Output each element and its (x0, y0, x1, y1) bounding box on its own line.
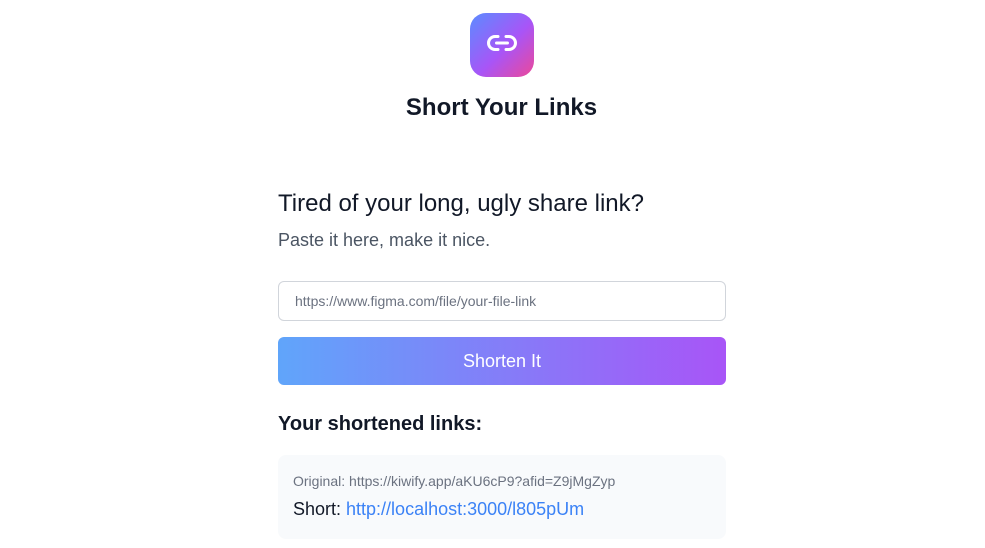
hero-subline: Paste it here, make it nice. (278, 230, 491, 250)
short-url-link[interactable]: http://localhost:3000/l805pUm (346, 499, 584, 519)
link-icon (486, 33, 518, 58)
short-url-line: Short: http://localhost:3000/l805pUm (293, 497, 711, 521)
original-label: Original: (293, 473, 350, 489)
app-title: Short Your Links (405, 94, 598, 121)
main-content: Tired of your long, ugly share link? Pas… (278, 188, 726, 539)
app-logo (470, 13, 534, 77)
results-heading: Your shortened links: (278, 413, 483, 435)
url-input[interactable] (278, 281, 726, 321)
page: Short Your Links Tired of your long, ugl… (0, 0, 985, 548)
hero-headline: Tired of your long, ugly share link? (278, 190, 644, 217)
original-url-line: Original: https://kiwify.app/aKU6cP9?afi… (293, 471, 711, 491)
original-url: https://kiwify.app/aKU6cP9?afid=Z9jMgZyp (349, 473, 616, 489)
result-card: Original: https://kiwify.app/aKU6cP9?afi… (278, 455, 726, 539)
shorten-button[interactable]: Shorten It (278, 337, 726, 385)
short-label: Short: (293, 499, 347, 519)
